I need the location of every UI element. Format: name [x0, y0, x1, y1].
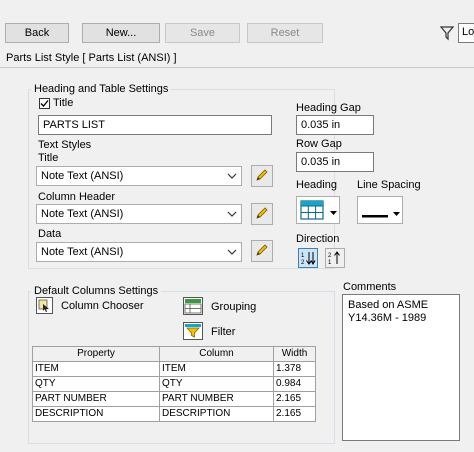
- table-heading-icon: [300, 200, 324, 223]
- grouping-label[interactable]: Grouping: [211, 301, 256, 313]
- caret-down-icon: [393, 208, 400, 220]
- table-row[interactable]: ITEM ITEM 1.378: [32, 361, 316, 377]
- save-button[interactable]: Save: [165, 23, 240, 43]
- direction-label: Direction: [296, 233, 340, 245]
- property-cell: PART NUMBER: [32, 391, 160, 407]
- column-cell: DESCRIPTION: [159, 406, 274, 422]
- search-input[interactable]: Lo: [458, 23, 474, 43]
- data-style-value: Note Text (ANSI): [41, 246, 124, 258]
- svg-text:2: 2: [301, 260, 305, 266]
- column-header-column[interactable]: Column: [159, 346, 274, 362]
- pencil-icon: [254, 167, 270, 186]
- text-styles-label: Text Styles: [38, 139, 92, 151]
- column-header-style-value: Note Text (ANSI): [41, 208, 124, 220]
- heading-position-dropdown[interactable]: [296, 196, 340, 224]
- property-cell: QTY: [32, 376, 160, 392]
- column-header-property[interactable]: Property: [32, 346, 160, 362]
- data-label: Data: [38, 228, 62, 240]
- sort-down-icon: 1 2: [300, 250, 316, 269]
- title-checkbox-label: Title: [53, 97, 74, 109]
- filter-label[interactable]: Filter: [211, 326, 235, 338]
- data-style-select[interactable]: Note Text (ANSI): [36, 242, 242, 262]
- table-row[interactable]: QTY QTY 0.984: [32, 376, 316, 392]
- column-header-width[interactable]: Width: [273, 346, 316, 362]
- filter-icon[interactable]: [439, 25, 455, 41]
- property-cell: ITEM: [32, 361, 160, 377]
- header-divider: [0, 67, 474, 68]
- columns-table: Property Column Width ITEM ITEM 1.378 QT…: [32, 346, 316, 422]
- row-gap-input[interactable]: 0.035 in: [296, 152, 374, 172]
- column-chooser-label[interactable]: Column Chooser: [61, 300, 144, 312]
- table-row[interactable]: PART NUMBER PART NUMBER 2.165: [32, 391, 316, 407]
- column-chooser-icon[interactable]: [36, 297, 53, 314]
- title-checkbox[interactable]: [39, 98, 50, 109]
- column-cell: ITEM: [159, 361, 274, 377]
- svg-text:1: 1: [328, 260, 332, 266]
- heading-label: Heading: [296, 179, 337, 191]
- table-row[interactable]: DESCRIPTION DESCRIPTION 2.165: [32, 406, 316, 422]
- data-style-edit-button[interactable]: [251, 240, 273, 262]
- column-header-style-select[interactable]: Note Text (ANSI): [36, 204, 242, 224]
- style-header: Parts List Style [ Parts List (ANSI) ]: [6, 52, 177, 64]
- caret-down-icon: [330, 207, 337, 219]
- property-cell: DESCRIPTION: [32, 406, 160, 422]
- title-style-select[interactable]: Note Text (ANSI): [36, 166, 242, 186]
- width-cell[interactable]: 2.165: [273, 406, 316, 422]
- reset-button[interactable]: Reset: [247, 23, 323, 43]
- title-style-label: Title: [38, 152, 59, 164]
- heading-table-settings-title: Heading and Table Settings: [31, 83, 172, 95]
- direction-down-button[interactable]: 1 2: [298, 248, 318, 268]
- column-header-style-edit-button[interactable]: [251, 203, 273, 225]
- svg-text:1: 1: [301, 253, 305, 259]
- default-columns-settings-title: Default Columns Settings: [31, 285, 162, 297]
- line-spacing-icon: [362, 209, 388, 221]
- column-cell: PART NUMBER: [159, 391, 274, 407]
- line-spacing-label: Line Spacing: [357, 179, 421, 191]
- filter-columns-icon[interactable]: [183, 322, 203, 340]
- title-style-value: Note Text (ANSI): [41, 170, 124, 182]
- direction-up-button[interactable]: 2 1: [325, 248, 345, 268]
- chevron-down-icon: [227, 170, 237, 182]
- heading-gap-input[interactable]: 0.035 in: [296, 115, 374, 135]
- sort-up-icon: 2 1: [327, 250, 343, 269]
- width-cell[interactable]: 2.165: [273, 391, 316, 407]
- pencil-icon: [254, 205, 270, 224]
- back-button[interactable]: Back: [5, 23, 69, 43]
- row-gap-label: Row Gap: [296, 138, 342, 150]
- comments-textarea[interactable]: Based on ASME Y14.36M - 1989: [342, 294, 460, 441]
- grouping-icon[interactable]: [183, 297, 203, 315]
- title-input[interactable]: PARTS LIST: [38, 115, 272, 135]
- line-spacing-dropdown[interactable]: [357, 196, 403, 224]
- svg-text:2: 2: [328, 253, 332, 259]
- chevron-down-icon: [227, 246, 237, 258]
- width-cell[interactable]: 1.378: [273, 361, 316, 377]
- new-button[interactable]: New...: [82, 23, 160, 43]
- pencil-icon: [254, 242, 270, 261]
- chevron-down-icon: [227, 208, 237, 220]
- comments-label: Comments: [343, 281, 397, 293]
- width-cell[interactable]: 0.984: [273, 376, 316, 392]
- column-header-label: Column Header: [38, 191, 116, 203]
- title-style-edit-button[interactable]: [251, 165, 273, 187]
- heading-gap-label: Heading Gap: [296, 102, 361, 114]
- column-cell: QTY: [159, 376, 274, 392]
- columns-table-container: Property Column Width ITEM ITEM 1.378 QT…: [32, 346, 332, 440]
